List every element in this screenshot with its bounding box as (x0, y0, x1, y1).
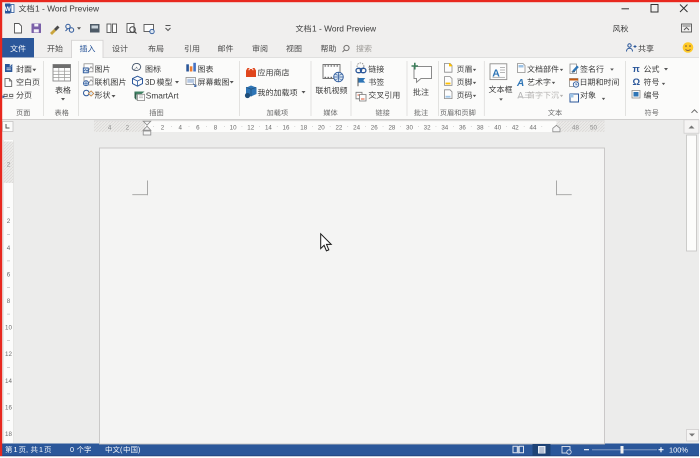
svg-text:π: π (633, 64, 641, 75)
svg-text:34: 34 (441, 124, 448, 131)
svg-text:6: 6 (7, 271, 11, 278)
svg-text:12: 12 (247, 124, 254, 131)
svg-text:1 - Word Preview: 1 - Word Preview (312, 23, 377, 33)
svg-text:12: 12 (5, 351, 12, 358)
svg-text:8: 8 (7, 298, 11, 305)
svg-text:8: 8 (214, 124, 218, 131)
svg-text:100%: 100% (669, 445, 688, 454)
svg-text:42: 42 (512, 124, 519, 131)
svg-text:2: 2 (7, 218, 11, 225)
svg-text:48: 48 (572, 124, 579, 131)
svg-text:26: 26 (371, 124, 378, 131)
svg-text:2: 2 (161, 124, 165, 131)
svg-text:,: , (26, 445, 28, 454)
svg-text:W: W (5, 6, 12, 13)
svg-text:20: 20 (318, 124, 325, 131)
svg-text:6: 6 (196, 124, 200, 131)
svg-text:24: 24 (353, 124, 360, 131)
svg-text:38: 38 (477, 124, 484, 131)
svg-text:22: 22 (335, 124, 342, 131)
svg-text:2: 2 (126, 124, 130, 131)
svg-text:4: 4 (108, 124, 112, 131)
svg-text:1: 1 (14, 445, 18, 454)
svg-text:2: 2 (7, 162, 11, 169)
svg-text:44: 44 (530, 124, 537, 131)
svg-text:SmartArt: SmartArt (146, 90, 179, 100)
svg-text:1 - Word Preview: 1 - Word Preview (35, 3, 100, 13)
svg-text:4: 4 (7, 245, 11, 252)
svg-text:14: 14 (5, 378, 12, 385)
svg-text:A: A (518, 91, 524, 101)
svg-text:40: 40 (494, 124, 501, 131)
svg-text:Ω: Ω (633, 77, 641, 88)
svg-text:50: 50 (590, 124, 597, 131)
svg-text:16: 16 (5, 404, 12, 411)
svg-text:28: 28 (388, 124, 395, 131)
svg-text:18: 18 (300, 124, 307, 131)
svg-text:30: 30 (406, 124, 413, 131)
svg-text:10: 10 (5, 325, 12, 332)
svg-text:A: A (516, 78, 524, 89)
svg-text:18: 18 (5, 431, 12, 438)
svg-text:36: 36 (459, 124, 466, 131)
svg-text:14: 14 (265, 124, 272, 131)
svg-text:0: 0 (70, 445, 74, 454)
svg-text:1: 1 (39, 445, 43, 454)
svg-text:10: 10 (230, 124, 237, 131)
svg-text:16: 16 (283, 124, 290, 131)
svg-text:3D: 3D (145, 78, 155, 87)
svg-text:): ) (138, 445, 140, 454)
svg-text:4: 4 (178, 124, 182, 131)
svg-text:32: 32 (424, 124, 431, 131)
